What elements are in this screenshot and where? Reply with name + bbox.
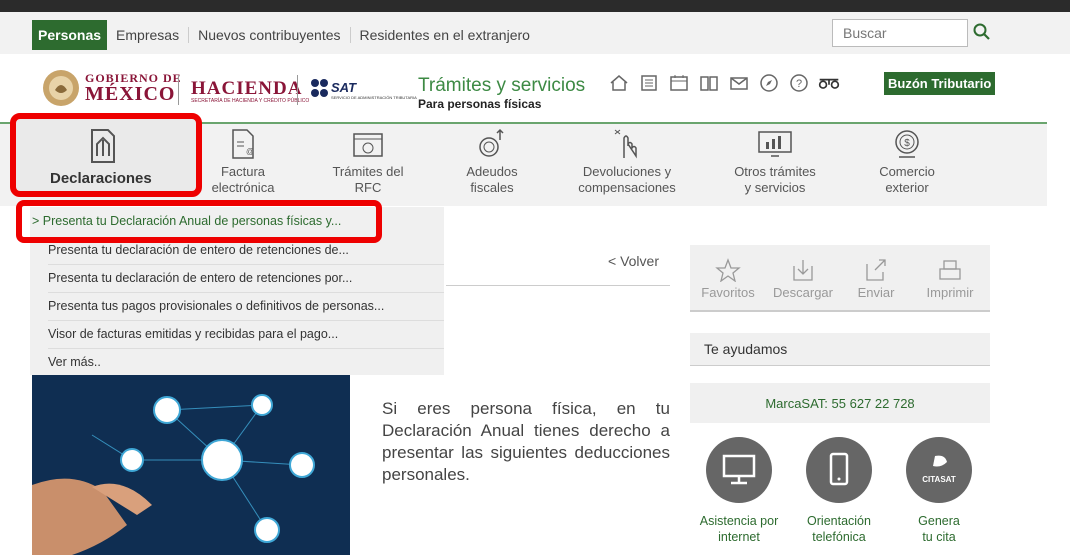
help-label-asistencia: Asistencia por internet <box>689 513 789 545</box>
star-icon <box>715 258 741 283</box>
logo-divider <box>178 75 179 105</box>
search-placeholder: Buscar <box>843 25 887 41</box>
coins-icon <box>479 128 504 157</box>
citasat-icon: CITASAT <box>922 455 956 484</box>
help-label-line1: Genera <box>918 514 960 528</box>
svg-text:$: $ <box>904 138 910 149</box>
search-input[interactable]: Buscar <box>832 19 968 47</box>
menu-label-line2: RFC <box>354 180 382 195</box>
menu-otros-tramites[interactable]: Otros trámites y servicios <box>720 128 830 196</box>
menu-comercio-exterior[interactable]: $ Comercio exterior <box>860 128 954 196</box>
imprimir-button[interactable]: Imprimir <box>920 258 980 300</box>
phone-icon <box>829 452 849 486</box>
page-title: Trámites y servicios <box>418 75 586 96</box>
dropdown-item[interactable]: Visor de facturas emitidas y recibidas p… <box>48 320 444 349</box>
help-label-cita: Genera tu cita <box>889 513 989 545</box>
help-label-line1: Asistencia por <box>699 514 779 528</box>
share-label: Descargar <box>773 285 833 300</box>
share-label: Imprimir <box>926 285 974 300</box>
menu-label-line2: exterior <box>885 180 929 195</box>
menu-label-line1: Factura <box>220 164 266 179</box>
hand-pointer-icon <box>614 129 637 159</box>
descargar-button[interactable]: Descargar <box>770 258 836 300</box>
help-label-line2: tu cita <box>922 530 956 544</box>
menu-label-line1: Comercio <box>879 164 935 179</box>
menu-label-line2: fiscales <box>470 180 514 195</box>
share-out-icon <box>866 259 886 281</box>
asistencia-internet-button[interactable] <box>706 437 772 503</box>
menu-label-line1: Trámites del <box>332 164 404 179</box>
hero-network-image <box>32 375 350 555</box>
logo-divider <box>297 75 298 105</box>
top-nav: Personas Empresas Nuevos contribuyentes … <box>32 18 539 52</box>
menu-devoluciones[interactable]: Devoluciones y compensaciones <box>572 128 682 196</box>
favoritos-button[interactable]: Favoritos <box>700 258 756 300</box>
tab-empresas[interactable]: Empresas <box>107 27 190 43</box>
invoice-icon: @ <box>232 129 254 159</box>
compass-icon[interactable] <box>758 72 780 94</box>
chart-monitor-icon <box>758 131 792 157</box>
printer-icon <box>939 260 961 280</box>
tab-residentes-extranjero[interactable]: Residentes en el extranjero <box>351 27 539 43</box>
download-icon <box>793 260 813 281</box>
intro-paragraph: Si eres persona física, en tu Declaració… <box>382 399 670 484</box>
svg-text:@: @ <box>246 147 254 156</box>
home-icon[interactable] <box>608 72 630 94</box>
dropdown-item[interactable]: Presenta tus pagos provisionales o defin… <box>48 292 444 321</box>
rfc-window-icon <box>353 133 383 157</box>
dropdown-item-declaracion-anual[interactable]: > Presenta tu Declaración Anual de perso… <box>32 214 341 228</box>
hacienda-logo[interactable]: HACIENDA <box>191 78 302 100</box>
tab-personas[interactable]: Personas <box>32 20 108 50</box>
dropdown-item-ver-mas[interactable]: Ver más.. <box>48 348 444 376</box>
menu-label-line1: Adeudos <box>466 164 518 179</box>
gobierno-line2: MÉXICO <box>85 83 176 105</box>
hacienda-subtitle: SECRETARÍA DE HACIENDA Y CRÉDITO PÚBLICO <box>191 98 310 104</box>
sat-logo-text: SAT <box>331 80 357 95</box>
svg-text:?: ? <box>796 78 802 90</box>
dollar-coin-icon: $ <box>895 130 919 158</box>
menu-label-line1: Devoluciones y <box>582 164 672 179</box>
menu-label-line2: y servicios <box>744 180 806 195</box>
orientacion-telefonica-button[interactable] <box>806 437 872 503</box>
volver-link[interactable]: < Volver <box>608 253 659 269</box>
dropdown-item[interactable]: Presenta tu declaración de entero de ret… <box>48 264 444 293</box>
genera-cita-button[interactable]: CITASAT <box>906 437 972 503</box>
calendar-icon[interactable] <box>668 72 690 94</box>
book-icon[interactable] <box>698 72 720 94</box>
tab-nuevos-contribuyentes[interactable]: Nuevos contribuyentes <box>189 27 351 43</box>
share-label: Favoritos <box>701 285 755 300</box>
header-icons: ? <box>608 72 840 94</box>
help-label-line2: telefónica <box>812 530 866 544</box>
accessibility-icon[interactable] <box>818 72 840 94</box>
enviar-button[interactable]: Enviar <box>850 258 902 300</box>
menu-declaraciones[interactable]: Declaraciones <box>50 170 152 187</box>
te-ayudamos-heading: Te ayudamos <box>690 333 990 366</box>
menu-adeudos-fiscales[interactable]: Adeudos fiscales <box>450 128 534 196</box>
help-label-line1: Orientación <box>807 514 871 528</box>
mail-icon[interactable] <box>728 72 750 94</box>
menu-tramites-rfc[interactable]: Trámites del RFC <box>318 128 418 196</box>
help-icon[interactable]: ? <box>788 72 810 94</box>
menu-label-line1: Otros trámites <box>734 164 816 179</box>
help-label-line2: internet <box>718 530 760 544</box>
menu-factura-electronica[interactable]: @ Factura electrónica <box>200 128 286 196</box>
share-label: Enviar <box>857 285 895 300</box>
divider <box>446 285 670 286</box>
declaraciones-icon <box>91 129 115 163</box>
sat-logo-icon[interactable] <box>310 78 330 100</box>
menu-label-line2: electrónica <box>211 180 275 195</box>
sat-subtitle: SERVICIO DE ADMINISTRACIÓN TRIBUTARIA <box>331 95 417 100</box>
buzon-tributario-button[interactable]: Buzón Tributario <box>884 72 996 95</box>
marcasat-phone[interactable]: MarcaSAT: 55 627 22 728 <box>690 383 990 423</box>
menu-label-line2: compensaciones <box>578 180 676 195</box>
citasat-label: CITASAT <box>922 475 956 484</box>
computer-icon <box>722 454 756 485</box>
page-subtitle: Para personas físicas <box>418 97 542 111</box>
help-label-orientacion: Orientación telefónica <box>789 513 889 545</box>
mexico-shield-logo[interactable] <box>41 68 81 108</box>
newspaper-icon[interactable] <box>638 72 660 94</box>
browser-topbar <box>0 0 1070 12</box>
search-icon[interactable] <box>972 22 992 42</box>
